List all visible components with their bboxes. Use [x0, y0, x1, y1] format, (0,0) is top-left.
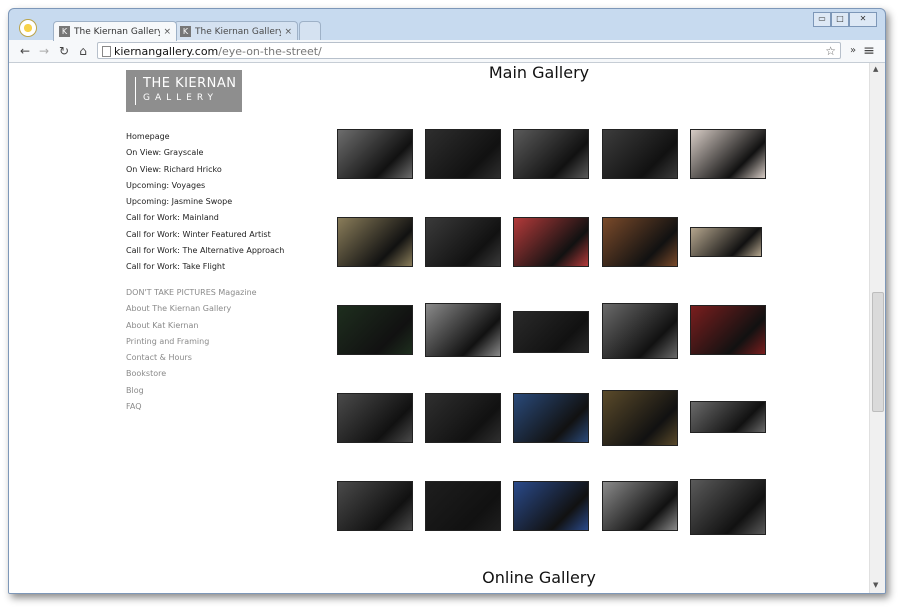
gallery-thumbnail[interactable]	[425, 303, 501, 357]
tab-close-icon[interactable]: ×	[284, 22, 292, 42]
forward-arrow-icon[interactable]: →	[36, 43, 52, 59]
browser-toolbar: ← → ↻ ⌂ kiernangallery.com/eye-on-the-st…	[9, 40, 885, 63]
bookmark-star-icon[interactable]: ☆	[825, 43, 836, 60]
gallery-thumbnail[interactable]	[513, 311, 589, 353]
gallery-thumbnail[interactable]	[690, 129, 766, 179]
gallery-thumbnail[interactable]	[425, 393, 501, 443]
logo-line1: THE KIERNAN	[143, 76, 237, 91]
vertical-scrollbar[interactable]: ▲ ▼	[869, 63, 885, 593]
gallery-thumbnail[interactable]	[690, 227, 762, 257]
site-logo[interactable]: THE KIERNAN GALLERY	[126, 70, 242, 112]
gallery-thumbnail[interactable]	[602, 481, 678, 531]
scroll-thumb[interactable]	[872, 292, 884, 412]
minimize-icon[interactable]: ▭	[813, 12, 831, 27]
tab-title: The Kiernan Gallery: Eye o	[195, 27, 281, 37]
nav-link[interactable]: Upcoming: Voyages	[126, 178, 326, 194]
nav-link-secondary[interactable]: Blog	[126, 383, 326, 399]
gallery-thumbnail[interactable]	[337, 305, 413, 355]
nav-link[interactable]: Call for Work: Mainland	[126, 210, 326, 226]
back-arrow-icon[interactable]: ←	[17, 43, 33, 59]
reload-icon[interactable]: ↻	[56, 43, 72, 59]
gallery-thumbnail[interactable]	[425, 129, 501, 179]
page-icon	[102, 46, 111, 57]
address-bar[interactable]: kiernangallery.com/eye-on-the-street/ ☆	[97, 42, 841, 59]
tab-kiernan-gallery-eye-on-street[interactable]: K The Kiernan Gallery: Eye o ×	[174, 21, 298, 41]
favicon-icon: K	[59, 26, 70, 37]
gallery-thumbnail[interactable]	[337, 393, 413, 443]
nav-link[interactable]: Upcoming: Jasmine Swope	[126, 194, 326, 210]
nav-link[interactable]: Homepage	[126, 129, 326, 145]
gallery-grid	[327, 123, 766, 543]
page-content: THE KIERNAN GALLERY Homepage On View: Gra…	[9, 63, 869, 593]
scroll-down-icon[interactable]: ▼	[873, 581, 878, 589]
favicon-icon: K	[180, 26, 191, 37]
gallery-thumbnail[interactable]	[690, 479, 766, 535]
scroll-up-icon[interactable]: ▲	[873, 65, 878, 73]
primary-nav: Homepage On View: Grayscale On View: Richa…	[126, 129, 326, 276]
online-gallery-heading: Online Gallery	[482, 568, 596, 587]
logo-bar	[135, 77, 136, 105]
tab-title: The Kiernan Gallery - On V	[74, 27, 160, 37]
menu-icon[interactable]: ≡	[861, 43, 877, 59]
nav-link-secondary[interactable]: Contact & Hours	[126, 350, 326, 366]
gallery-thumbnail[interactable]	[602, 129, 678, 179]
nav-link-secondary[interactable]: FAQ	[126, 399, 326, 415]
gallery-thumbnail[interactable]	[337, 481, 413, 531]
nav-link-secondary[interactable]: DON'T TAKE PICTURES Magazine	[126, 285, 326, 301]
nav-link-secondary[interactable]: Bookstore	[126, 366, 326, 382]
gallery-thumbnail[interactable]	[513, 217, 589, 267]
gallery-thumbnail[interactable]	[602, 217, 678, 267]
title-bar: K The Kiernan Gallery - On V × K The Kie…	[9, 9, 885, 41]
extensions-icon[interactable]: »	[845, 43, 861, 59]
gallery-thumbnail[interactable]	[602, 303, 678, 359]
tab-close-icon[interactable]: ×	[163, 22, 171, 42]
gallery-thumbnail[interactable]	[513, 129, 589, 179]
gallery-thumbnail[interactable]	[602, 390, 678, 446]
secondary-nav: DON'T TAKE PICTURES Magazine About The Ki…	[126, 285, 326, 415]
browser-logo-icon	[19, 19, 37, 37]
tab-kiernan-gallery-on-view[interactable]: K The Kiernan Gallery - On V ×	[53, 21, 177, 41]
gallery-thumbnail[interactable]	[690, 401, 766, 433]
gallery-thumbnail[interactable]	[690, 305, 766, 355]
window-close-icon[interactable]: ✕	[849, 12, 877, 27]
nav-link[interactable]: Call for Work: Take Flight	[126, 259, 326, 275]
gallery-thumbnail[interactable]	[425, 481, 501, 531]
url-host: kiernangallery.com	[114, 45, 219, 58]
nav-link[interactable]: On View: Richard Hricko	[126, 162, 326, 178]
nav-link-secondary[interactable]: Printing and Framing	[126, 334, 326, 350]
nav-link[interactable]: On View: Grayscale	[126, 145, 326, 161]
gallery-thumbnail[interactable]	[337, 217, 413, 267]
nav-link[interactable]: Call for Work: Winter Featured Artist	[126, 227, 326, 243]
gallery-thumbnail[interactable]	[425, 217, 501, 267]
gallery-thumbnail[interactable]	[513, 393, 589, 443]
url-path: /eye-on-the-street/	[218, 45, 322, 58]
gallery-thumbnail[interactable]	[337, 129, 413, 179]
main-gallery-heading: Main Gallery	[488, 63, 590, 82]
maximize-icon[interactable]: □	[831, 12, 849, 27]
nav-link[interactable]: Call for Work: The Alternative Approach	[126, 243, 326, 259]
new-tab-button[interactable]	[299, 21, 321, 41]
home-icon[interactable]: ⌂	[75, 43, 91, 59]
nav-link-secondary[interactable]: About The Kiernan Gallery	[126, 301, 326, 317]
browser-window: K The Kiernan Gallery - On V × K The Kie…	[8, 8, 886, 594]
nav-link-secondary[interactable]: About Kat Kiernan	[126, 318, 326, 334]
logo-line2: GALLERY	[143, 93, 219, 103]
gallery-thumbnail[interactable]	[513, 481, 589, 531]
